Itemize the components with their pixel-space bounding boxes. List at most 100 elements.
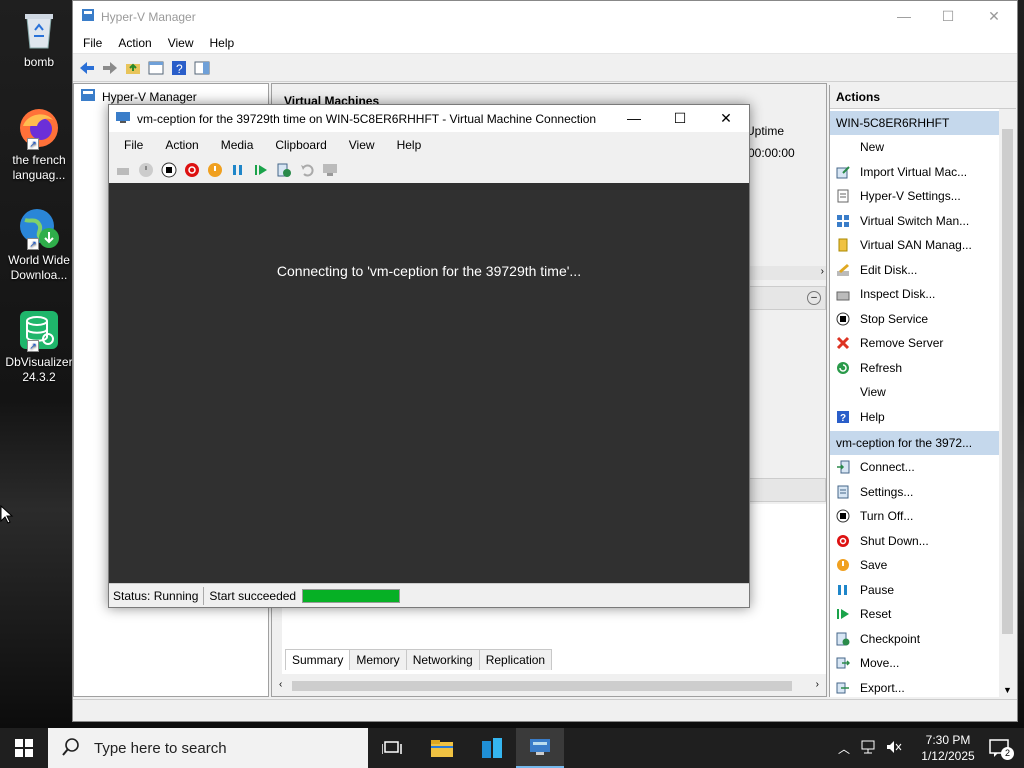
save-state-icon[interactable]: [205, 160, 225, 180]
vm-actions-list: Connect... Settings... Turn Off... Shut Dow…: [830, 455, 1016, 700]
export-icon: [836, 681, 850, 695]
checkpoint-icon[interactable]: [274, 160, 294, 180]
maximize-button[interactable]: ☐: [925, 1, 971, 32]
vm-action-connect[interactable]: Connect...: [830, 455, 1016, 480]
vm-title-bar[interactable]: vm-ception for the 39729th time on WIN-5…: [109, 105, 749, 132]
blank-icon: [836, 385, 850, 399]
chevron-up-icon[interactable]: ︿: [838, 740, 850, 757]
tab-summary[interactable]: Summary: [285, 649, 351, 670]
vm-action-export[interactable]: Export...: [830, 676, 1016, 701]
desktop-icon-dbvisualizer[interactable]: ↗ DbVisualizer 24.3.2: [3, 308, 75, 385]
collapse-icon[interactable]: –: [807, 291, 821, 305]
pause-icon[interactable]: [228, 160, 248, 180]
desktop-icon-recycle-bin[interactable]: bomb: [3, 8, 75, 70]
center-hscrollbar[interactable]: ‹ ›: [276, 678, 822, 694]
action-view[interactable]: View▶: [830, 380, 1016, 405]
vm-menu-media[interactable]: Media: [208, 138, 263, 152]
vm-minimize-button[interactable]: —: [611, 105, 657, 132]
hyperv-taskbar-button[interactable]: [516, 728, 564, 768]
action-virtual-switch-man[interactable]: Virtual Switch Man...: [830, 209, 1016, 234]
tab-memory[interactable]: Memory: [349, 649, 407, 670]
checkpoint-icon: [836, 632, 850, 646]
file-explorer-button[interactable]: [418, 728, 466, 768]
vm-menu-view[interactable]: View: [336, 138, 384, 152]
help-icon: ?: [836, 410, 850, 424]
column-uptime[interactable]: Uptime: [746, 124, 784, 138]
menu-action[interactable]: Action: [110, 36, 159, 50]
tab-replication[interactable]: Replication: [478, 649, 553, 670]
action-virtual-san-manag[interactable]: Virtual SAN Manag...: [830, 233, 1016, 258]
title-bar[interactable]: Hyper-V Manager — ☐ ✕: [73, 1, 1017, 32]
taskbar-search-box[interactable]: Type here to search: [48, 728, 368, 768]
task-view-button[interactable]: [368, 728, 416, 768]
revert-icon[interactable]: [297, 160, 317, 180]
server-actions-section[interactable]: WIN-5C8ER6RHHFT▲: [830, 111, 1016, 135]
turn-off-icon[interactable]: [159, 160, 179, 180]
start-icon[interactable]: [136, 160, 156, 180]
show-hide-action-pane-icon[interactable]: [192, 58, 212, 78]
close-button[interactable]: ✕: [971, 1, 1017, 32]
vm-action-turn-off[interactable]: Turn Off...: [830, 504, 1016, 529]
vm-menu-clipboard[interactable]: Clipboard: [262, 138, 335, 152]
refresh-icon: [836, 361, 850, 375]
uptime-cell: 00:00:00: [748, 146, 795, 160]
clock[interactable]: 7:30 PM 1/12/2025: [916, 732, 980, 764]
action-new[interactable]: New▶: [830, 135, 1016, 160]
help-icon[interactable]: ?: [169, 58, 189, 78]
notification-center-button[interactable]: 2: [976, 728, 1024, 768]
vm-action-settings[interactable]: Settings...: [830, 480, 1016, 505]
vm-display[interactable]: Connecting to 'vm-ception for the 39729t…: [109, 183, 749, 583]
volume-muted-icon[interactable]: [886, 740, 902, 757]
desktop-icon-firefox[interactable]: ↗ the french languag...: [3, 106, 75, 183]
minimize-button[interactable]: —: [881, 1, 927, 32]
turn-off-icon: [836, 509, 850, 523]
action-remove-server[interactable]: Remove Server: [830, 331, 1016, 356]
vm-settings-icon: [836, 485, 850, 499]
menu-view[interactable]: View: [160, 36, 202, 50]
back-icon[interactable]: [77, 58, 97, 78]
network-icon[interactable]: [860, 740, 876, 757]
action-hyper-v-settings[interactable]: Hyper-V Settings...: [830, 184, 1016, 209]
vm-action-checkpoint[interactable]: Checkpoint: [830, 627, 1016, 652]
vm-menu-file[interactable]: File: [111, 138, 152, 152]
ctrl-alt-del-icon[interactable]: [113, 160, 133, 180]
recycle-bin-icon: [17, 8, 61, 52]
forward-icon[interactable]: [100, 58, 120, 78]
folder-icon: [431, 740, 453, 757]
vm-close-button[interactable]: ✕: [703, 105, 749, 132]
vm-action-pause[interactable]: Pause: [830, 578, 1016, 603]
actions-scrollbar[interactable]: ▼: [999, 109, 1016, 697]
vm-action-shut-down[interactable]: Shut Down...: [830, 529, 1016, 554]
tab-networking[interactable]: Networking: [405, 649, 480, 670]
server-manager-button[interactable]: [468, 728, 516, 768]
action-label: Help: [860, 409, 885, 424]
vm-action-save[interactable]: Save: [830, 553, 1016, 578]
action-import-virtual-mac[interactable]: Import Virtual Mac...: [830, 160, 1016, 185]
vm-window-title: vm-ception for the 39729th time on WIN-5…: [137, 111, 597, 126]
vm-menu-action[interactable]: Action: [152, 138, 207, 152]
action-label: Export...: [860, 680, 905, 695]
action-inspect-disk[interactable]: Inspect Disk...: [830, 282, 1016, 307]
reset-icon[interactable]: [251, 160, 271, 180]
firefox-icon: ↗: [17, 106, 61, 150]
enhanced-session-icon[interactable]: [320, 160, 340, 180]
menu-file[interactable]: File: [75, 36, 110, 50]
action-help[interactable]: ? Help: [830, 405, 1016, 430]
vm-menu-help[interactable]: Help: [384, 138, 431, 152]
action-stop-service[interactable]: Stop Service: [830, 307, 1016, 332]
shut-down-icon[interactable]: [182, 160, 202, 180]
vm-actions-section[interactable]: vm-ception for the 3972...▲: [830, 431, 1016, 455]
search-placeholder: Type here to search: [94, 739, 227, 757]
action-refresh[interactable]: Refresh: [830, 356, 1016, 381]
start-button[interactable]: [0, 728, 48, 768]
vm-action-reset[interactable]: Reset: [830, 602, 1016, 627]
vm-action-move[interactable]: Move...: [830, 651, 1016, 676]
mouse-cursor-icon: [0, 505, 14, 524]
desktop-icon-world-wide-download[interactable]: ↗ World Wide Downloa...: [3, 206, 75, 283]
menu-help[interactable]: Help: [202, 36, 243, 50]
show-hide-tree-icon[interactable]: [146, 58, 166, 78]
action-label: Remove Server: [860, 336, 944, 351]
vm-maximize-button[interactable]: ☐: [657, 105, 703, 132]
action-edit-disk[interactable]: Edit Disk...: [830, 258, 1016, 283]
up-folder-icon[interactable]: [123, 58, 143, 78]
